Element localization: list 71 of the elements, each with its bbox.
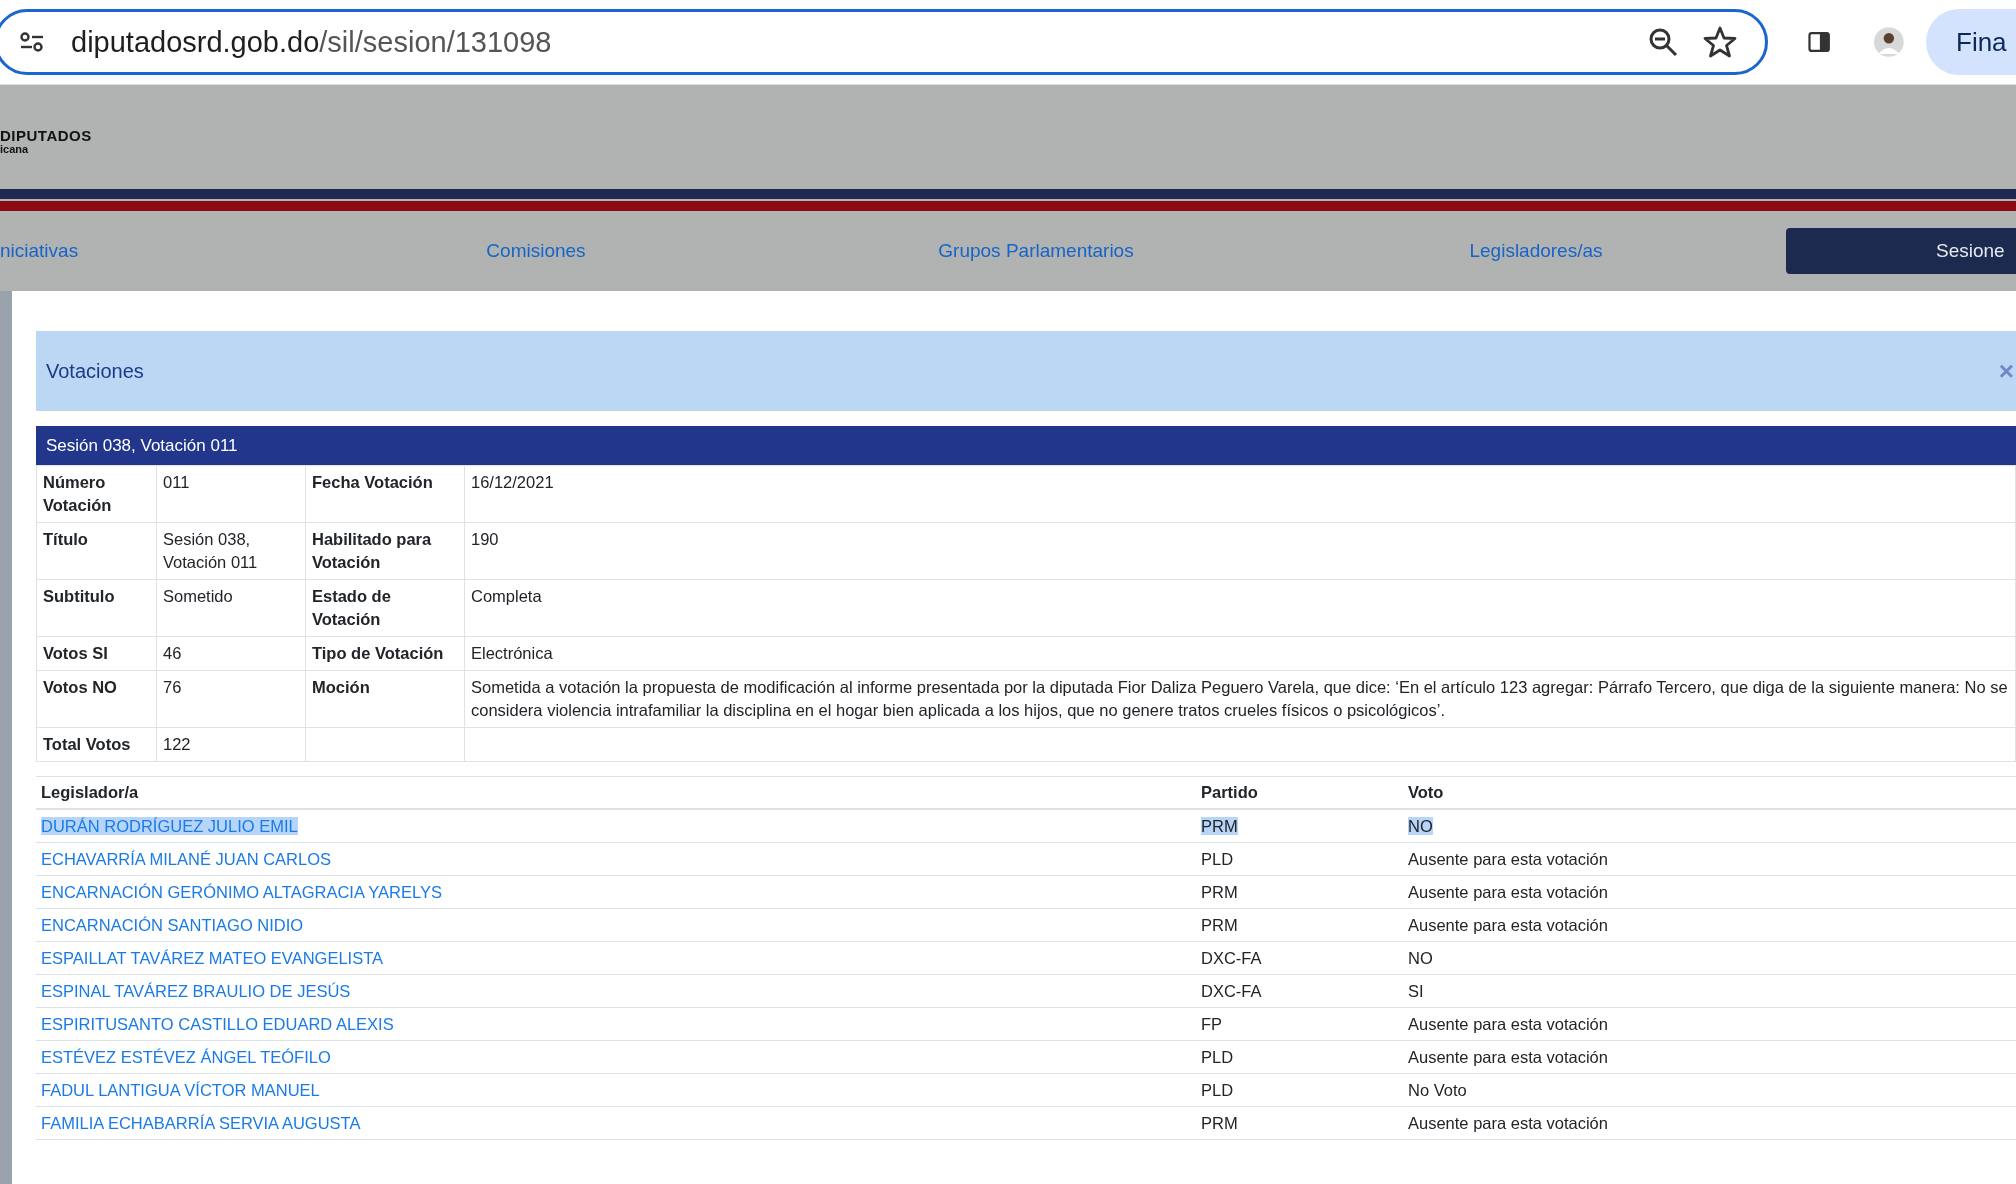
vote-cell: No Voto (1408, 1081, 1467, 1099)
field-label: Subtitulo (36, 579, 157, 637)
party-cell: PRM (1201, 883, 1238, 901)
vote-cell: Ausente para esta votación (1408, 883, 1608, 901)
legislator-link[interactable]: ESPINAL TAVÁREZ BRAULIO DE JESÚS (41, 982, 351, 1000)
zoom-icon[interactable] (1647, 26, 1679, 58)
close-button[interactable]: × (1998, 355, 2016, 387)
legislator-link[interactable]: ESPIRITUSANTO CASTILLO EDUARD ALEXIS (41, 1015, 394, 1033)
field-value: Sometido (156, 579, 306, 637)
nav-link[interactable]: Legisladores/as (1286, 240, 1786, 262)
vote-cell: Ausente para esta votación (1408, 850, 1608, 868)
vote-cell: Ausente para esta votación (1408, 1048, 1608, 1066)
party-cell: DXC-FA (1201, 949, 1262, 967)
legislator-link[interactable]: ECHAVARRÍA MILANÉ JUAN CARLOS (41, 850, 332, 868)
vote-cell: Ausente para esta votación (1408, 1015, 1608, 1033)
field-label: Votos NO (36, 670, 157, 728)
field-value: 76 (156, 670, 306, 728)
site-settings-icon[interactable] (19, 31, 45, 53)
legislator-link[interactable]: ESPAILLAT TAVÁREZ MATEO EVANGELISTA (41, 949, 383, 967)
profile-button[interactable]: Fina (1926, 9, 2016, 75)
star-icon[interactable] (1703, 26, 1737, 58)
field-value: 190 (471, 530, 499, 548)
legislator-link[interactable]: ENCARNACIÓN GERÓNIMO ALTAGRACIA YARELYS (41, 883, 442, 901)
field-value: Completa (471, 587, 542, 605)
field-value: Electrónica (471, 644, 553, 662)
modal-title: Votaciones (46, 359, 144, 383)
field-label: Número Votación (36, 465, 157, 523)
vote-cell: NO (1408, 817, 1433, 835)
party-cell: PRM (1201, 817, 1238, 835)
column-header: Legislador/a (36, 776, 1196, 809)
field-label: Total Votos (36, 727, 157, 762)
nav-link[interactable]: niciativas (0, 240, 286, 262)
party-cell: PLD (1201, 1081, 1234, 1099)
field-value: 16/12/2021 (471, 473, 554, 491)
field-value: Sesión 038, Votación 011 (156, 522, 306, 580)
field-value: 011 (156, 465, 306, 523)
field-value: 122 (156, 727, 306, 762)
field-label: Votos SI (36, 636, 157, 671)
column-header: Voto (1403, 776, 2016, 809)
field-label: Título (36, 522, 157, 580)
party-cell: PLD (1201, 850, 1234, 868)
party-cell: PLD (1201, 1048, 1234, 1066)
field-label: Moción (312, 678, 370, 696)
field-label: Estado de Votación (312, 587, 391, 628)
party-cell: DXC-FA (1201, 982, 1262, 1000)
legislator-link[interactable]: ENCARNACIÓN SANTIAGO NIDIO (41, 916, 304, 934)
party-cell: PRM (1201, 1114, 1238, 1132)
legislator-link[interactable]: ESTÉVEZ ESTÉVEZ ÁNGEL TEÓFILO (41, 1048, 331, 1066)
vote-cell: SI (1408, 982, 1424, 1000)
field-value: Sometida a votación la propuesta de modificación al informe presentada por la diputada Fior Daliza Peguero Varela, que dice: ‘En el artículo 123 agregar: Párrafo Tercero, que diga de la siguiente manera: No se considera violencia intrafamiliar la disciplina en el hogar bien aplicada a los hijos, que no genere tratos crueles físicos o psicológicos’. (471, 678, 2008, 719)
legislator-link[interactable]: FADUL LANTIGUA VÍCTOR MANUEL (41, 1081, 320, 1099)
field-label: Habilitado para Votación (312, 530, 432, 571)
legislator-link[interactable]: FAMILIA ECHABARRÍA SERVIA AUGUSTA (41, 1114, 361, 1132)
nav-link[interactable]: Comisiones (286, 240, 786, 262)
nav-link[interactable]: Grupos Parlamentarios (786, 240, 1286, 262)
legislator-link[interactable]: DURÁN RODRÍGUEZ JULIO EMIL (41, 817, 298, 835)
field-label: Fecha Votación (312, 473, 433, 491)
field-label: Tipo de Votación (312, 644, 444, 662)
column-header: Partido (1196, 776, 1403, 809)
field-value: 46 (156, 636, 306, 671)
logo-subtitle: icana (0, 144, 30, 155)
party-cell: FP (1201, 1015, 1223, 1033)
url-text: diputadosrd.gob.do/sil/sesion/131098 (71, 25, 553, 59)
logo-title: DIPUTADOS (0, 127, 92, 144)
vote-cell: Ausente para esta votación (1408, 1114, 1608, 1132)
vote-cell: Ausente para esta votación (1408, 916, 1608, 934)
vote-cell: NO (1408, 949, 1433, 967)
nav-link[interactable]: Sesione (1786, 228, 2016, 274)
address-bar[interactable]: diputadosrd.gob.do/sil/sesion/131098 (0, 9, 1768, 75)
panel-title: Sesión 038, Votación 011 (46, 435, 238, 456)
party-cell: PRM (1201, 916, 1238, 934)
